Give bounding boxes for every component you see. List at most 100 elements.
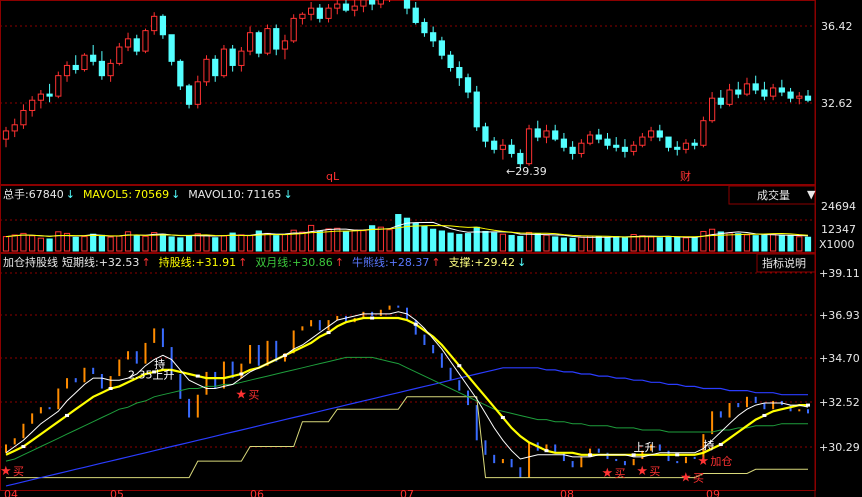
candle-body — [220, 48, 228, 77]
signal-label: 上升 — [634, 441, 656, 454]
indicator-name: 加仓持股线 — [3, 255, 58, 269]
candle-body — [647, 130, 655, 138]
volume-bar — [534, 233, 541, 252]
volume-bar — [116, 235, 123, 252]
hold-line-marker — [718, 442, 723, 446]
candle-body — [72, 64, 79, 71]
volume-bar — [491, 232, 498, 252]
candle-body — [325, 7, 332, 19]
event-marker-cai: 财 — [680, 169, 691, 183]
chevron-down-icon[interactable]: ▼ — [807, 188, 816, 201]
volume-bar — [595, 236, 602, 252]
candle-body — [299, 13, 306, 19]
candle-body — [438, 40, 445, 56]
volume-bar — [525, 231, 533, 252]
volume-indicator-dropdown[interactable]: 成交量 ▼ — [728, 185, 816, 205]
hold-line-label: 持股线: — [159, 255, 196, 269]
volume-bar — [281, 234, 289, 252]
candle-body — [90, 54, 97, 62]
candle-body — [604, 138, 611, 146]
candle-body — [761, 89, 768, 97]
candle-body — [447, 54, 454, 68]
candle-body — [464, 77, 472, 93]
candle-body — [360, 0, 367, 7]
volume-axis-tick: 24694 — [821, 200, 856, 213]
candle-body — [804, 95, 812, 101]
add-signal: ★ 加仓 — [697, 454, 732, 469]
hold-line-marker — [762, 413, 767, 417]
candle — [142, 28, 149, 54]
dropdown-label[interactable]: 成交量 — [757, 188, 790, 202]
signal-label: 2.35上升 — [128, 368, 175, 381]
volume-bar — [46, 238, 53, 252]
candle-body — [116, 46, 123, 64]
volume-bar — [804, 236, 812, 252]
candle-body — [700, 120, 707, 146]
volume-bar — [613, 236, 620, 252]
candle-body — [342, 3, 350, 11]
support-label: 支撑: — [449, 255, 475, 269]
candle-body — [2, 130, 10, 140]
volume-bar — [98, 234, 106, 252]
signal-label: 持 — [703, 438, 714, 452]
candle-body — [508, 144, 515, 154]
arrow-up-icon: ↑ — [431, 256, 440, 269]
volume-bar — [787, 235, 794, 252]
short-term-value: +32.53 — [99, 256, 140, 269]
volume-bar — [639, 235, 646, 252]
volume-bar — [726, 232, 733, 252]
volume-bar — [464, 233, 472, 252]
volume-header: 总手:67840 ↓ MAVOL5: 70569 ↓ MAVOL10: 71165 ↓ — [3, 187, 293, 201]
candle-body — [273, 28, 280, 50]
arrow-down-icon: ↓ — [517, 256, 526, 269]
candle-body — [665, 136, 672, 148]
arrow-up-icon: ↑ — [238, 256, 247, 269]
volume-axis-tick: 12347 — [821, 223, 856, 236]
candle-body — [412, 7, 419, 23]
bull-bear-value: +28.37 — [389, 256, 430, 269]
two-month-value: +30.86 — [292, 256, 333, 269]
candle-body — [752, 83, 759, 91]
volume-bar — [20, 232, 27, 252]
candle — [168, 34, 175, 66]
candle-body — [334, 3, 341, 9]
volume-bar — [55, 231, 62, 252]
hold-line-marker — [544, 449, 549, 453]
candle — [525, 124, 533, 166]
candle-body — [656, 130, 663, 138]
candle — [177, 59, 184, 90]
volume-bar — [81, 236, 88, 252]
volume-bar — [177, 237, 184, 252]
volume-bar — [552, 236, 559, 252]
volume-bar — [377, 226, 384, 252]
candle — [55, 71, 62, 99]
price-axis-tick: 36.42 — [821, 20, 853, 33]
candle-body — [430, 32, 437, 42]
candle-body — [796, 95, 803, 99]
help-button-label[interactable]: 指标说明 — [762, 256, 806, 270]
candle — [220, 44, 228, 78]
candle-body — [63, 64, 71, 77]
indicator-header: 加仓持股线 短期线:+32.53 ↑ 持股线:+31.91 ↑ 双月线:+30.86 ↑ 牛熊… — [3, 255, 526, 269]
volume-bar — [142, 235, 149, 252]
volume-bar — [578, 236, 585, 252]
buy-label: 买 — [693, 471, 704, 484]
candle-body — [560, 138, 568, 148]
volume-bar — [569, 237, 576, 252]
mavol10-label: MAVOL10: — [188, 188, 244, 201]
candle-body — [246, 32, 254, 52]
candle-body — [735, 89, 742, 95]
candle-body — [11, 124, 18, 132]
stock-chart: 36.42 32.62 ←29.39 qL 财 总手:67840 ↓ MAVOL5:… — [0, 0, 862, 497]
volume-bar — [708, 228, 716, 252]
volume-bar — [72, 236, 79, 252]
hold-line-marker — [675, 453, 680, 457]
volume-bar — [273, 235, 280, 252]
volume-bar — [29, 235, 36, 252]
indicator-axis-tick: +39.11 — [819, 267, 860, 280]
candle-body — [255, 32, 262, 54]
indicator-help-button[interactable]: 指标说明 — [756, 253, 816, 273]
candle-body — [377, 0, 384, 5]
volume-bar — [656, 237, 663, 252]
volume-bar — [351, 229, 358, 252]
